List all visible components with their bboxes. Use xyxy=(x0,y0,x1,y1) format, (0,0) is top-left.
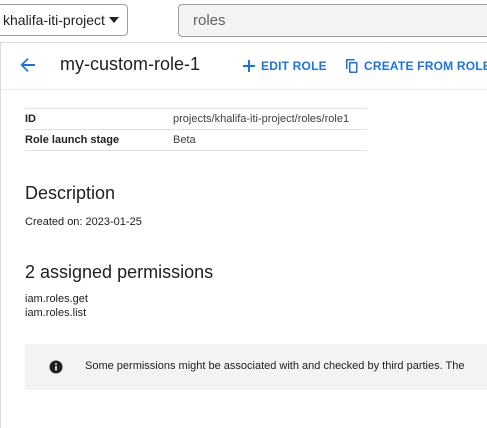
page-title: my-custom-role-1 xyxy=(60,54,201,74)
search-input[interactable] xyxy=(179,5,487,36)
page-header: my-custom-role-1 EDIT ROLE CREATE FROM R… xyxy=(1,43,487,89)
create-from-role-button[interactable]: CREATE FROM ROLE xyxy=(344,56,487,76)
edit-role-button[interactable]: EDIT ROLE xyxy=(241,56,327,76)
header-divider xyxy=(1,89,487,90)
dropdown-arrow-icon xyxy=(109,17,119,23)
edit-role-label: EDIT ROLE xyxy=(261,59,327,73)
id-value: projects/khalifa-iti-project/roles/role1 xyxy=(173,113,350,125)
project-picker[interactable]: khalifa-iti-project xyxy=(0,4,128,36)
table-row: ID projects/khalifa-iti-project/roles/ro… xyxy=(25,108,367,130)
id-key: ID xyxy=(25,113,36,125)
list-item: iam.roles.get xyxy=(25,293,88,305)
list-item: iam.roles.list xyxy=(25,307,87,319)
project-name: khalifa-iti-project xyxy=(3,12,105,28)
table-row: Role launch stage Beta xyxy=(25,129,367,151)
description-heading: Description xyxy=(25,183,116,203)
info-icon xyxy=(49,360,63,374)
launch-stage-key: Role launch stage xyxy=(25,134,120,146)
launch-stage-value: Beta xyxy=(173,134,196,146)
description-text: Created on: 2023-01-25 xyxy=(25,216,142,228)
plus-icon xyxy=(243,60,255,72)
permissions-list: iam.roles.get iam.roles.list xyxy=(25,292,88,320)
banner-text: Some permissions might be associated wit… xyxy=(85,360,465,372)
permissions-heading: 2 assigned permissions xyxy=(25,262,214,282)
top-bar: khalifa-iti-project xyxy=(0,0,487,42)
info-banner: Some permissions might be associated wit… xyxy=(25,344,487,390)
copy-icon xyxy=(346,59,358,73)
role-info-table: ID projects/khalifa-iti-project/roles/ro… xyxy=(25,108,367,151)
back-arrow-icon[interactable] xyxy=(18,55,38,75)
role-details-panel: my-custom-role-1 EDIT ROLE CREATE FROM R… xyxy=(0,42,487,428)
search-box[interactable] xyxy=(178,4,487,37)
create-from-role-label: CREATE FROM ROLE xyxy=(364,59,487,73)
